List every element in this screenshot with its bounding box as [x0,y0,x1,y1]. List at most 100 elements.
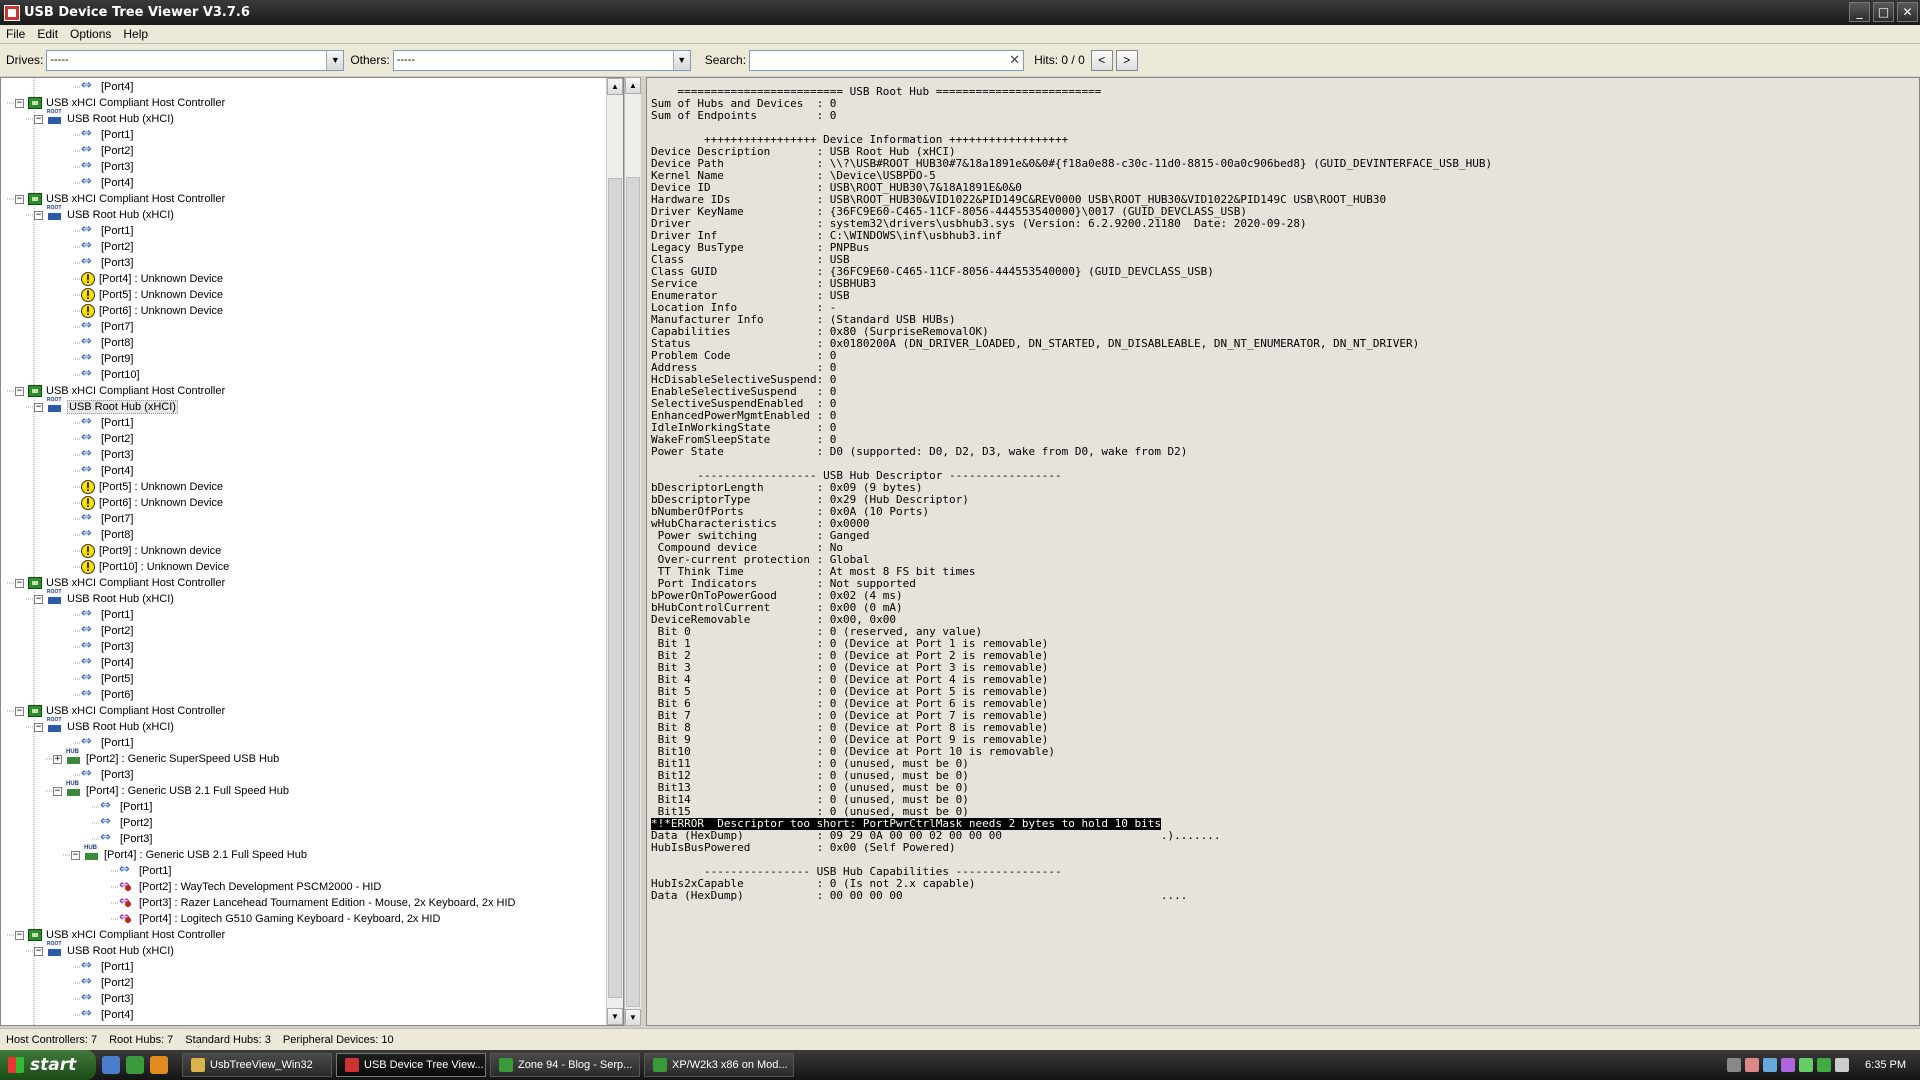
tree-node[interactable]: [Port4] [81,174,133,191]
taskbar-button[interactable]: USB Device Tree View... [336,1053,486,1077]
tree-node[interactable]: − USB Root Hub (xHCI) [34,205,174,223]
tree-node[interactable]: [Port3] [81,446,133,463]
collapse-icon[interactable]: − [34,946,43,956]
scroll-down-icon[interactable]: ▼ [625,1009,641,1026]
title-bar[interactable]: USB Device Tree Viewer V3.7.6 _ □ ✕ [0,0,1920,25]
tree-node[interactable]: [Port4] [81,1006,133,1023]
tree-node[interactable]: − [Port4] : Generic USB 2.1 Full Speed Hu… [71,845,307,863]
collapse-icon[interactable]: − [34,722,43,732]
collapse-icon[interactable]: − [34,210,43,220]
menu-file[interactable]: File [0,27,31,41]
app-shortcut-icon[interactable] [150,1056,168,1074]
tree-node[interactable]: [Port7] [81,510,133,527]
tree-scrollbar[interactable]: ▲ ▼ [606,78,623,1025]
menu-options[interactable]: Options [64,27,117,41]
tree-node[interactable]: [Port1] [119,862,171,879]
tray-app-icon[interactable] [1781,1058,1796,1072]
collapse-icon[interactable]: − [34,402,43,412]
scroll-down-icon[interactable]: ▼ [607,1008,623,1025]
menu-edit[interactable]: Edit [31,27,64,41]
device-tree[interactable]: [Port4]−USB xHCI Compliant Host Controll… [0,77,624,1026]
tree-node[interactable]: [Port3] [81,158,133,175]
keyboard-icon[interactable] [1727,1058,1742,1072]
collapse-icon[interactable]: − [15,578,24,588]
collapse-icon[interactable]: − [15,194,24,204]
chevron-down-icon[interactable]: ▼ [326,50,344,70]
tree-node[interactable]: [Port4] [81,78,133,95]
tray-app-icon[interactable] [1745,1058,1760,1072]
tree-node[interactable]: [Port1] [100,798,152,815]
info-scroll-thumb[interactable] [626,177,640,1007]
tree-node[interactable]: [Port1] [81,222,133,239]
info-scrollbar[interactable]: ▲ ▼ [624,77,641,1026]
menu-help[interactable]: Help [117,27,154,41]
start-button[interactable]: start [0,1050,96,1080]
tree-node[interactable]: [Port5] [81,670,133,687]
others-dropdown[interactable]: ----- ▼ [392,49,691,71]
taskbar-button[interactable]: UsbTreeView_Win32 [182,1053,332,1077]
taskbar-button[interactable]: Zone 94 - Blog - Serp... [490,1053,640,1077]
network-icon[interactable] [1799,1058,1814,1072]
tree-node[interactable]: [Port4] : Unknown Device [81,271,223,287]
scroll-up-icon[interactable]: ▲ [625,77,641,94]
tree-node[interactable]: [Port9] [81,350,133,367]
tray-app-icon[interactable] [1763,1058,1778,1072]
collapse-icon[interactable]: − [15,98,24,108]
tree-node[interactable]: [Port1] [81,958,133,975]
tree-node[interactable]: [Port5] : Unknown Device [81,287,223,303]
tree-node[interactable]: [Port2] [81,238,133,255]
tree-node[interactable]: [Port4] [81,462,133,479]
clock[interactable]: 6:35 PM [1865,1059,1906,1071]
tree-node[interactable]: [Port9] : Unknown device [81,543,221,559]
tree-node[interactable]: [Port5] : Unknown Device [81,479,223,495]
browser-icon[interactable] [102,1056,120,1074]
tree-node[interactable]: − USB Root Hub (xHCI) [34,941,174,959]
collapse-icon[interactable]: − [53,786,62,796]
tree-node[interactable]: − USB Root Hub (xHCI) [34,589,174,607]
collapse-icon[interactable]: − [15,706,24,716]
close-button[interactable]: ✕ [1897,2,1918,22]
tree-node[interactable]: [Port3] [81,254,133,271]
tree-node[interactable]: [Port2] [100,814,152,831]
clear-search-icon[interactable]: ✕ [1009,52,1020,68]
next-hit-button[interactable]: > [1115,49,1138,71]
tree-node[interactable]: [Port3] [81,990,133,1007]
search-input[interactable]: ✕ [749,49,1025,71]
tree-scroll-thumb[interactable] [608,178,622,998]
scroll-up-icon[interactable]: ▲ [607,78,623,95]
expand-icon[interactable]: + [53,754,62,764]
collapse-icon[interactable]: − [34,114,43,124]
collapse-icon[interactable]: − [15,930,24,940]
tree-node[interactable]: − USB Root Hub (xHCI) [34,717,174,735]
tree-node[interactable]: [Port2] [81,974,133,991]
taskbar-button[interactable]: XP/W2k3 x86 on Mod... [644,1053,794,1077]
tree-node[interactable]: [Port3] [100,830,152,847]
tree-node[interactable]: [Port3] [81,638,133,655]
drives-dropdown[interactable]: ----- ▼ [46,49,345,71]
collapse-icon[interactable]: − [71,850,80,860]
previous-hit-button[interactable]: < [1090,49,1113,71]
tree-node[interactable]: [Port8] [81,526,133,543]
tree-node[interactable]: [Port7] [81,318,133,335]
tree-node[interactable]: [Port3] [81,766,133,783]
tree-node[interactable]: [Port1] [81,414,133,431]
tree-node[interactable]: [Port2] [81,622,133,639]
tree-node[interactable]: [Port10] [81,366,140,383]
tree-node[interactable]: [Port3] : Razer Lancehead Tournament Edi… [119,894,515,911]
tree-node[interactable]: [Port2] [81,142,133,159]
tree-node[interactable]: [Port6] : Unknown Device [81,495,223,511]
device-info-panel[interactable]: ========================= USB Root Hub =… [646,77,1920,1026]
tree-node[interactable]: [Port4] : Logitech G510 Gaming Keyboard … [119,910,440,927]
tree-node[interactable]: [Port8] [81,334,133,351]
tree-node[interactable]: − [Port4] : Generic USB 2.1 Full Speed Hu… [53,781,289,799]
volume-icon[interactable] [1835,1058,1850,1072]
tree-node[interactable]: [Port2] : WayTech Development PSCM2000 -… [119,878,381,895]
tree-node[interactable]: [Port6] [81,686,133,703]
tray-app-icon[interactable] [1817,1058,1832,1072]
tree-node[interactable]: [Port1] [81,606,133,623]
maximize-button[interactable]: □ [1873,2,1894,22]
app-shortcut-icon[interactable] [126,1056,144,1074]
tree-node[interactable]: − USB Root Hub (xHCI) [34,397,178,415]
tree-node[interactable]: + [Port2] : Generic SuperSpeed USB Hub [53,749,279,767]
chevron-down-icon[interactable]: ▼ [672,50,690,70]
